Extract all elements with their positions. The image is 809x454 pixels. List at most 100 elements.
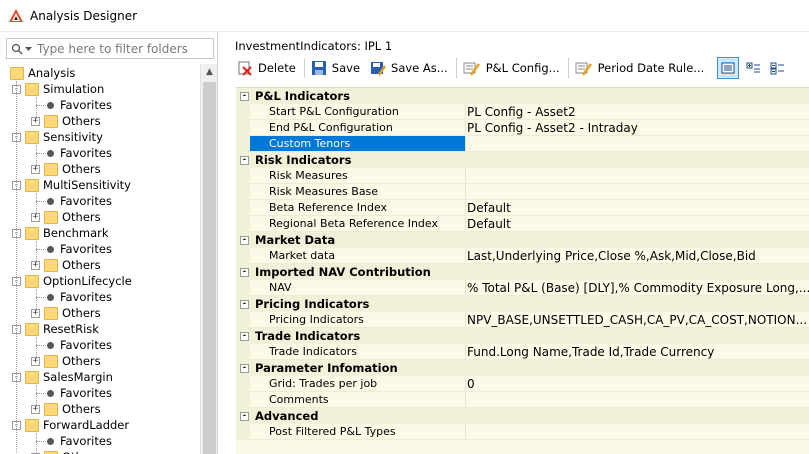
tree-folder[interactable]: - MultiSensitivity [12,177,131,193]
chevron-down-icon[interactable] [25,46,32,52]
property-row[interactable]: Custom Tenors [236,136,809,152]
tree-item[interactable]: +Others [31,209,101,225]
property-row[interactable]: NAV% Total P&L (Base) [DLY],% Commodity … [236,280,809,296]
property-row[interactable]: Beta Reference Index Default [236,200,809,216]
property-row[interactable]: Risk Measures [236,168,809,184]
property-row[interactable]: Regional Beta Reference Index Default [236,216,809,232]
property-value[interactable]: Default [467,200,809,216]
property-name[interactable]: Risk Measures [250,168,466,184]
category-row[interactable]: - Pricing Indicators [236,296,809,312]
tree-item[interactable]: Favorites [47,145,112,161]
delete-button[interactable]: Delete [233,56,302,80]
property-value[interactable]: Default [467,216,809,232]
property-row[interactable]: Pricing Indicators NPV_BASE,UNSETTLED_CAS… [236,312,809,328]
property-name[interactable]: Pricing Indicators [250,312,466,328]
category-header[interactable]: - Parameter Infomation [236,360,809,376]
save-as-button[interactable]: Save As... [366,56,454,80]
save-button[interactable]: Save [307,56,366,80]
property-value[interactable]: % Total P&L (Base) [DLY],% Commodity Exp… [467,280,809,296]
category-row[interactable]: - Market Data [236,232,809,248]
tree-item[interactable]: Favorites [47,97,112,113]
tree-folder[interactable]: - OptionLifecycle [12,273,132,289]
category-row[interactable]: - Advanced [236,408,809,424]
property-value[interactable]: PL Config - Asset2 [467,104,809,120]
property-name[interactable]: NAV [250,280,466,296]
property-value[interactable] [467,168,809,184]
category-header[interactable]: - Imported NAV Contribution [236,264,809,280]
categorized-view-button[interactable] [717,57,739,79]
category-row[interactable]: - Parameter Infomation [236,360,809,376]
tree-item[interactable]: Favorites [47,433,112,449]
property-value[interactable]: Last,Underlying Price,Close %,Ask,Mid,Cl… [467,248,809,264]
category-header[interactable]: - Trade Indicators [236,328,809,344]
tree-folder[interactable]: - SalesMargin [12,369,113,385]
property-row[interactable]: Grid: Trades per job 0 [236,376,809,392]
expand-all-button[interactable] [743,57,765,79]
tree-folder[interactable]: - Sensitivity [12,129,103,145]
collapse-icon[interactable]: - [240,331,249,341]
category-row[interactable]: - Risk Indicators [236,152,809,168]
category-header[interactable]: - P&L Indicators [236,88,809,104]
property-value[interactable] [467,392,809,408]
category-row[interactable]: - Imported NAV Contribution [236,264,809,280]
category-header[interactable]: - Advanced [236,408,809,424]
property-row[interactable]: Market data Last,Underlying Price,Close %… [236,248,809,264]
property-row[interactable]: Trade Indicators Fund.Long Name,Trade Id,… [236,344,809,360]
collapse-icon[interactable]: - [240,299,249,309]
tree-folder[interactable]: - ResetRisk [12,321,99,337]
collapse-icon[interactable]: - [240,363,249,373]
tree-item[interactable]: Favorites [47,385,112,401]
tree-item[interactable]: +Others [31,161,101,177]
property-row[interactable]: Risk Measures Base [236,184,809,200]
tree-item[interactable]: Favorites [47,193,112,209]
property-value[interactable] [467,136,809,152]
property-value[interactable]: Fund.Long Name,Trade Id,Trade Currency [467,344,809,360]
property-value[interactable] [467,184,809,200]
tree-item[interactable]: +Others [31,305,101,321]
tree-item[interactable]: +Others [31,113,101,129]
period-date-rule-button[interactable]: Period Date Rule... [571,56,711,80]
property-name[interactable]: Grid: Trades per job [250,376,466,392]
property-name[interactable]: Market data [250,248,466,264]
tree-folder[interactable]: - Benchmark [12,225,109,241]
collapse-icon[interactable]: - [240,411,249,421]
category-header[interactable]: - Market Data [236,232,809,248]
category-header[interactable]: - Pricing Indicators [236,296,809,312]
property-row[interactable]: Comments [236,392,809,408]
collapse-icon[interactable]: - [240,267,249,277]
property-row[interactable]: Start P&L Configuration PL Config - Asset… [236,104,809,120]
tree-item[interactable]: Favorites [47,241,112,257]
property-name[interactable]: Trade Indicators [250,344,466,360]
folder-filter-input[interactable] [35,40,205,57]
property-row[interactable]: Post Filtered P&L Types [236,424,809,440]
folder-filter[interactable] [6,38,214,59]
property-name[interactable]: Beta Reference Index [250,200,466,216]
property-name[interactable]: Custom Tenors [250,136,466,152]
property-name[interactable]: Post Filtered P&L Types [250,424,466,440]
collapse-icon[interactable]: - [240,235,249,245]
pl-config-button[interactable]: P&L Config... [459,56,566,80]
property-value[interactable] [467,424,809,440]
tree-root[interactable]: Analysis [10,65,75,81]
property-name[interactable]: Regional Beta Reference Index [250,216,466,232]
tree-item[interactable]: Favorites [47,289,112,305]
collapse-icon[interactable]: - [240,91,249,101]
property-name[interactable]: Risk Measures Base [250,184,466,200]
category-header[interactable]: - Risk Indicators [236,152,809,168]
tree-scrollbar[interactable]: ▲ [200,64,217,454]
property-value[interactable]: NPV_BASE,UNSETTLED_CASH,CA_PV,CA_COST,NO… [467,312,809,328]
tree-item[interactable]: +Others [31,401,101,417]
tree-item[interactable]: +Others [31,257,101,273]
property-row[interactable]: End P&L Configuration PL Config - Asset2 … [236,120,809,136]
tree-item[interactable]: Favorites [47,337,112,353]
tree-item[interactable]: +Others [31,353,101,369]
category-row[interactable]: - P&L Indicators [236,88,809,104]
tree-folder[interactable]: - Simulation [12,81,104,97]
property-name[interactable]: End P&L Configuration [250,120,466,136]
category-row[interactable]: - Trade Indicators [236,328,809,344]
scroll-thumb[interactable] [203,82,216,454]
property-name[interactable]: Start P&L Configuration [250,104,466,120]
property-value[interactable]: 0 [467,376,809,392]
property-value[interactable]: PL Config - Asset2 - Intraday [467,120,809,136]
collapse-all-button[interactable] [767,57,789,79]
